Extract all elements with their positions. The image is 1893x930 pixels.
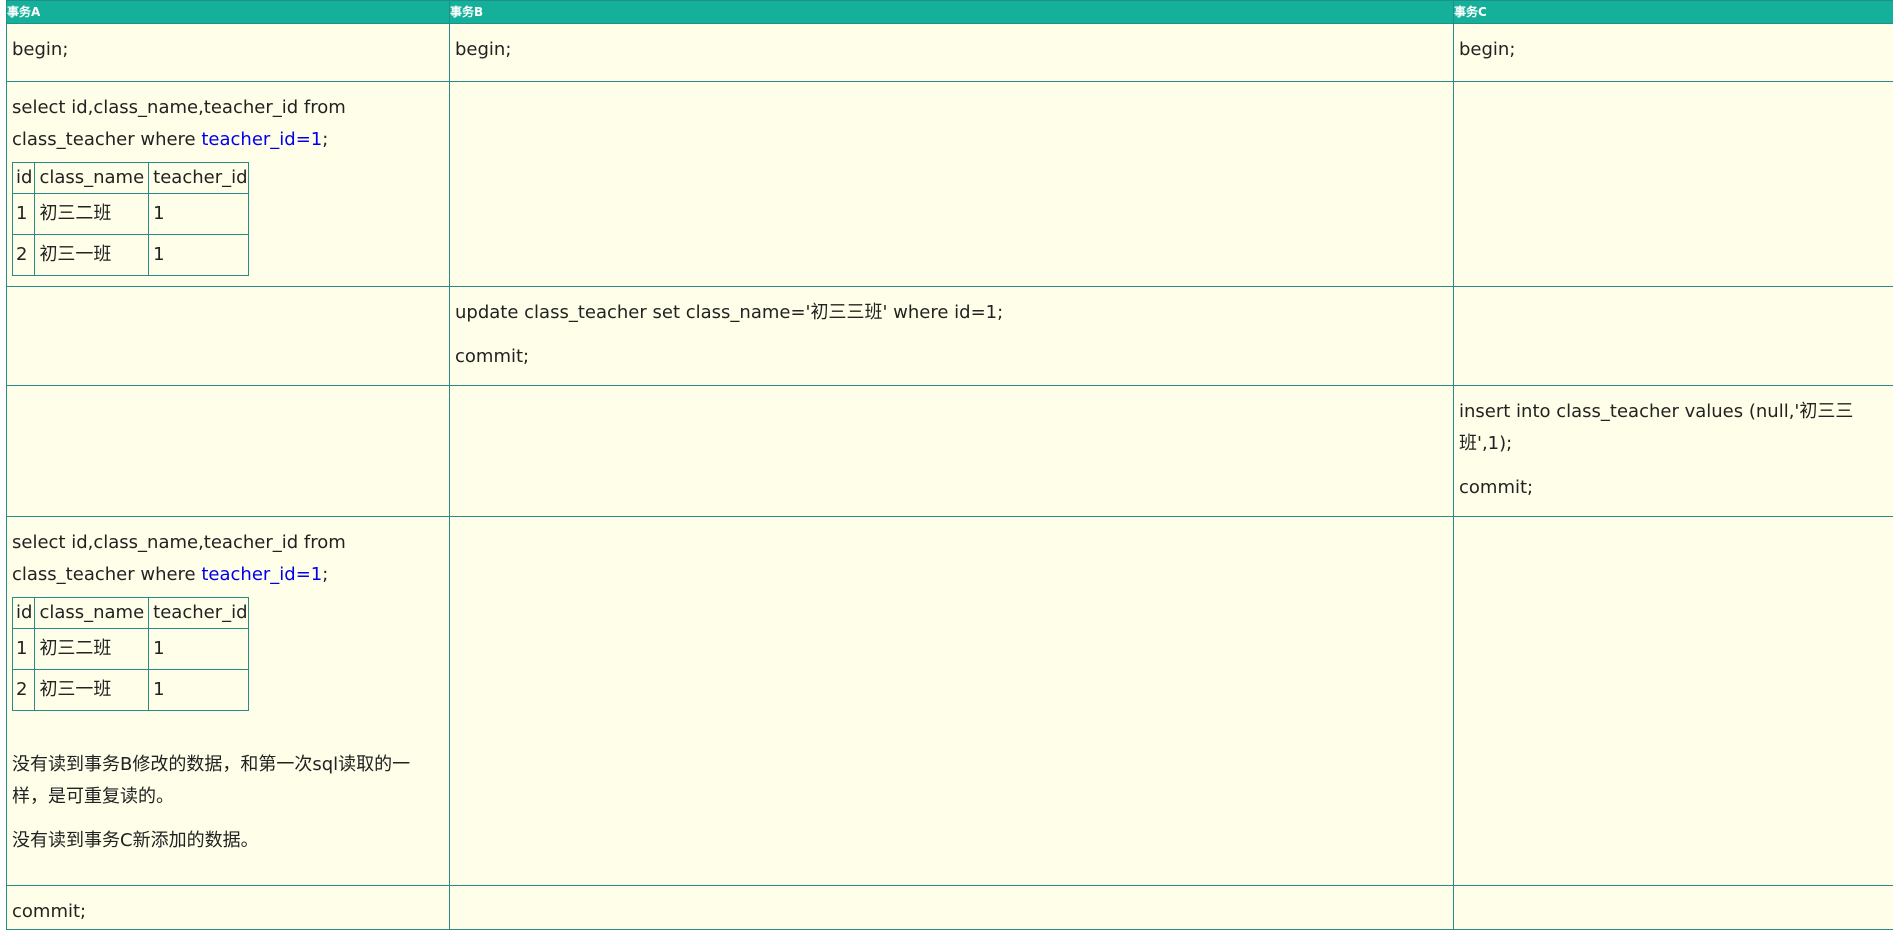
- note-repeatable-read: 没有读到事务B修改的数据，和第一次sql读取的一样，是可重复读的。: [12, 749, 444, 813]
- cell-b-empty: [450, 82, 1454, 287]
- result-cell: 1: [149, 670, 248, 711]
- table-row: commit;: [7, 886, 1893, 930]
- result-cell: 初三一班: [35, 235, 149, 276]
- header-transaction-a: 事务A: [7, 1, 450, 24]
- cell-c-empty: [1454, 82, 1893, 287]
- table-row: select id,class_name,teacher_id from cla…: [7, 517, 1893, 886]
- sql-commit-statement: commit;: [1459, 472, 1893, 504]
- header-transaction-c: 事务C: [1454, 1, 1893, 24]
- result-cell: 2: [13, 235, 35, 276]
- result-row: 1 初三二班 1: [13, 629, 249, 670]
- column-header: teacher_id: [149, 163, 248, 194]
- table-row: update class_teacher set class_name='初三三…: [7, 287, 1893, 386]
- column-header: id: [13, 163, 35, 194]
- result-row: 2 初三一班 1: [13, 670, 249, 711]
- result-table: id class_name teacher_id 1 初三二班 1 2 初三一班…: [12, 162, 249, 276]
- result-cell: 1: [13, 629, 35, 670]
- result-cell: 1: [149, 235, 248, 276]
- note-no-phantom: 没有读到事务C新添加的数据。: [12, 825, 444, 857]
- table-row: begin; begin; begin;: [7, 24, 1893, 82]
- transaction-table: 事务A 事务B 事务C begin; begin; begin; select …: [6, 0, 1893, 930]
- cell-b-empty: [450, 886, 1454, 930]
- result-table: id class_name teacher_id 1 初三二班 1 2 初三一班…: [12, 597, 249, 711]
- cell-c-empty: [1454, 886, 1893, 930]
- header-row: 事务A 事务B 事务C: [7, 1, 1893, 24]
- result-cell: 1: [149, 194, 248, 235]
- result-cell: 初三二班: [35, 194, 149, 235]
- result-row: 2 初三一班 1: [13, 235, 249, 276]
- cell-b-begin: begin;: [450, 24, 1454, 82]
- cell-a-commit: commit;: [7, 886, 450, 930]
- cell-a-select-2: select id,class_name,teacher_id from cla…: [7, 517, 450, 886]
- result-cell: 2: [13, 670, 35, 711]
- table-row: insert into class_teacher values (null,'…: [7, 386, 1893, 517]
- sql-select-statement: select id,class_name,teacher_id from cla…: [12, 92, 444, 156]
- result-cell: 1: [13, 194, 35, 235]
- result-header-row: id class_name teacher_id: [13, 598, 249, 629]
- cell-a-empty: [7, 287, 450, 386]
- result-header-row: id class_name teacher_id: [13, 163, 249, 194]
- result-row: 1 初三二班 1: [13, 194, 249, 235]
- cell-a-select-1: select id,class_name,teacher_id from cla…: [7, 82, 450, 287]
- cell-a-empty: [7, 386, 450, 517]
- column-header: id: [13, 598, 35, 629]
- column-header: teacher_id: [149, 598, 248, 629]
- cell-b-empty: [450, 517, 1454, 886]
- sql-commit-statement: commit;: [455, 341, 1448, 373]
- column-header: class_name: [35, 598, 149, 629]
- cell-b-update: update class_teacher set class_name='初三三…: [450, 287, 1454, 386]
- cell-c-empty: [1454, 517, 1893, 886]
- highlight-condition: teacher_id=1: [201, 564, 322, 585]
- result-cell: 初三一班: [35, 670, 149, 711]
- result-cell: 1: [149, 629, 248, 670]
- result-cell: 初三二班: [35, 629, 149, 670]
- cell-c-empty: [1454, 287, 1893, 386]
- header-transaction-b: 事务B: [450, 1, 1454, 24]
- sql-select-statement: select id,class_name,teacher_id from cla…: [12, 527, 444, 591]
- highlight-condition: teacher_id=1: [201, 129, 322, 150]
- cell-c-begin: begin;: [1454, 24, 1893, 82]
- cell-a-begin: begin;: [7, 24, 450, 82]
- table-row: select id,class_name,teacher_id from cla…: [7, 82, 1893, 287]
- sql-update-statement: update class_teacher set class_name='初三三…: [455, 297, 1448, 329]
- column-header: class_name: [35, 163, 149, 194]
- cell-b-empty: [450, 386, 1454, 517]
- sql-insert-statement: insert into class_teacher values (null,'…: [1459, 396, 1893, 460]
- cell-c-insert: insert into class_teacher values (null,'…: [1454, 386, 1893, 517]
